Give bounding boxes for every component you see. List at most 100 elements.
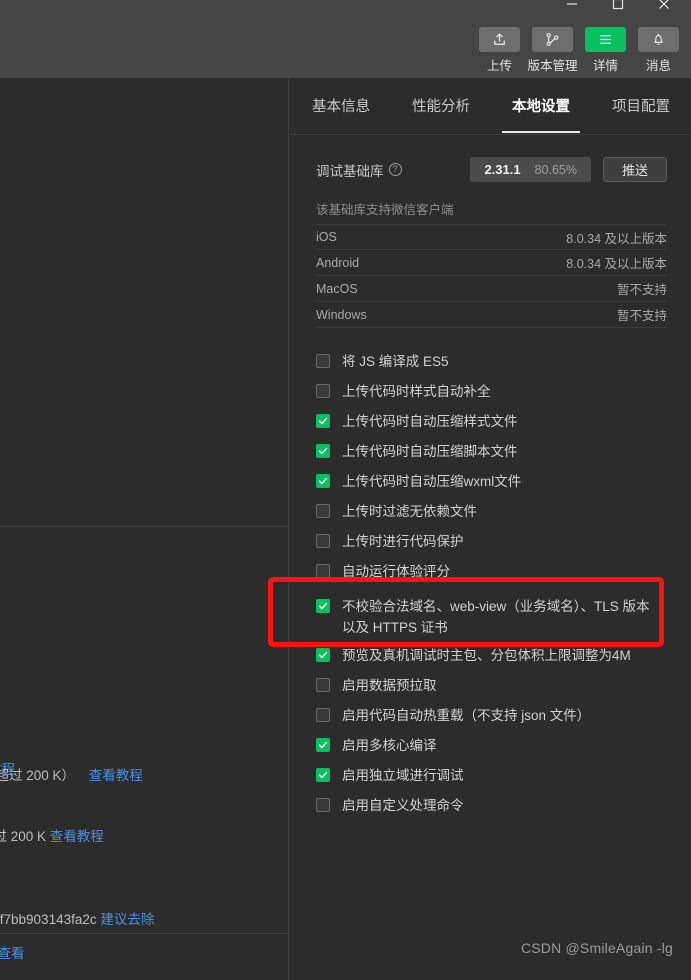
checkbox-unchecked-icon[interactable] xyxy=(316,678,330,692)
setting-label: 预览及真机调试时主包、分包体积上限调整为4M xyxy=(342,648,631,663)
support-os: iOS xyxy=(316,230,337,244)
toolbar-item-label: 消息 xyxy=(645,59,671,73)
push-button[interactable]: 推送 xyxy=(603,157,667,182)
app-root: 上传 版本管理 详情 消息 程 过 200 K） 查看教程 200 K 查看教程… xyxy=(0,0,691,980)
branch-icon xyxy=(532,27,573,52)
setting-compile-js-es5[interactable]: 将 JS 编译成 ES5 xyxy=(316,350,667,380)
table-row: Windows 暂不支持 xyxy=(316,302,667,328)
support-table: iOS 8.0.34 及以上版本 Android 8.0.34 及以上版本 Ma… xyxy=(316,224,667,328)
left-panel-link[interactable]: 建议去除 xyxy=(100,912,154,927)
checkbox-checked-icon[interactable] xyxy=(316,768,330,782)
setting-label: 启用多核心编译 xyxy=(342,738,437,753)
setting-custom-command[interactable]: 启用自定义处理命令 xyxy=(316,794,667,824)
checkbox-unchecked-icon[interactable] xyxy=(316,384,330,398)
setting-package-size-4m[interactable]: 预览及真机调试时主包、分包体积上限调整为4M xyxy=(316,644,667,674)
base-library-section: 调试基础库 ? 2.31.1 80.65% 推送 该基础库支持微信客户端 iOS… xyxy=(290,135,691,328)
toolbar-item-label: 上传 xyxy=(486,59,512,73)
left-panel-line: 小超过 200 K） 查看教程 xyxy=(0,767,143,785)
support-os: MacOS xyxy=(316,281,358,296)
window-toolbar: 上传 版本管理 详情 消息 xyxy=(0,0,691,78)
hamburger-icon xyxy=(585,27,626,52)
setting-label: 上传时进行代码保护 xyxy=(342,534,464,549)
setting-multicore-compile[interactable]: 启用多核心编译 xyxy=(316,734,667,764)
table-row: MacOS 暂不支持 xyxy=(316,276,667,302)
left-panel-link[interactable]: 查看教程 xyxy=(89,768,143,783)
checkbox-checked-icon[interactable] xyxy=(316,444,330,458)
restore-icon[interactable] xyxy=(595,0,641,18)
left-panel: 教程 小超过 200 K） 查看教程 超过 200 K 查看教程 x1bf7bb… xyxy=(0,78,289,980)
left-panel-text: 小超过 200 K） xyxy=(0,768,76,783)
setting-label: 上传代码时自动压缩脚本文件 xyxy=(342,444,518,459)
base-library-title: 调试基础库 ? xyxy=(316,160,402,180)
toolbar-item-details[interactable]: 详情 xyxy=(585,27,626,74)
settings-checkbox-list: 将 JS 编译成 ES5 上传代码时样式自动补全 上传代码时自动压缩样式文件 上… xyxy=(290,328,691,824)
setting-label: 启用数据预拉取 xyxy=(342,678,437,693)
toolbar-item-label: 版本管理 xyxy=(527,59,578,73)
toolbar-item-messages[interactable]: 消息 xyxy=(638,27,679,74)
checkbox-checked-icon[interactable] xyxy=(316,648,330,662)
watermark: CSDN @SmileAgain -lg xyxy=(520,940,673,956)
tab-bar: 基本信息 性能分析 本地设置 项目配置 xyxy=(290,78,691,135)
checkbox-checked-icon[interactable] xyxy=(316,414,330,428)
toolbar-item-label: 详情 xyxy=(592,59,618,73)
left-panel-text: x1bf7bb903143fa2c xyxy=(0,912,97,927)
checkbox-unchecked-icon[interactable] xyxy=(316,564,330,578)
support-os: Android xyxy=(316,255,360,270)
setting-label: 不校验合法域名、web-view（业务域名）、TLS 版本以及 HTTPS 证书 xyxy=(342,599,650,635)
left-panel-line: 击查看 xyxy=(0,945,25,963)
checkbox-unchecked-icon[interactable] xyxy=(316,708,330,722)
checkbox-checked-icon[interactable] xyxy=(316,474,330,488)
setting-label: 上传代码时自动压缩样式文件 xyxy=(342,414,518,429)
base-library-title-text: 调试基础库 xyxy=(316,163,384,179)
setting-auto-experience-score[interactable]: 自动运行体验评分 xyxy=(316,560,667,590)
table-row: Android 8.0.34 及以上版本 xyxy=(316,250,667,276)
tab-basic-info[interactable]: 基本信息 xyxy=(312,95,370,118)
version-number: 2.31.1 xyxy=(484,162,521,177)
setting-label: 启用自定义处理命令 xyxy=(342,798,464,813)
setting-label: 上传代码时样式自动补全 xyxy=(342,384,491,399)
base-library-support-note: 该基础库支持微信客户端 xyxy=(316,203,454,217)
left-panel-link[interactable]: 查看教程 xyxy=(50,829,104,844)
window-controls xyxy=(549,0,687,18)
setting-label: 上传时过滤无依赖文件 xyxy=(342,504,477,519)
details-panel: 基本信息 性能分析 本地设置 项目配置 调试基础库 ? 2.31.1 80.65… xyxy=(290,78,691,980)
setting-hot-reload[interactable]: 启用代码自动热重载（不支持 json 文件） xyxy=(316,704,667,734)
checkbox-checked-icon[interactable] xyxy=(316,599,330,613)
tab-performance[interactable]: 性能分析 xyxy=(412,95,470,118)
setting-filter-unused-files[interactable]: 上传时过滤无依赖文件 xyxy=(316,500,667,530)
setting-label: 启用代码自动热重载（不支持 json 文件） xyxy=(342,708,591,723)
table-row: iOS 8.0.34 及以上版本 xyxy=(316,224,667,250)
setting-compress-script[interactable]: 上传代码时自动压缩脚本文件 xyxy=(316,440,667,470)
support-value: 8.0.34 及以上版本 xyxy=(566,257,667,271)
base-library-version-badge[interactable]: 2.31.1 80.65% xyxy=(470,157,591,182)
toolbar-item-version-management[interactable]: 版本管理 xyxy=(528,27,578,74)
upload-icon xyxy=(479,27,520,52)
setting-code-protection[interactable]: 上传时进行代码保护 xyxy=(316,530,667,560)
checkbox-unchecked-icon[interactable] xyxy=(316,534,330,548)
setting-style-autocomplete[interactable]: 上传代码时样式自动补全 xyxy=(316,380,667,410)
setting-label: 上传代码时自动压缩wxml文件 xyxy=(342,474,522,489)
setting-label: 将 JS 编译成 ES5 xyxy=(342,354,449,369)
checkbox-checked-icon[interactable] xyxy=(316,738,330,752)
left-panel-link[interactable]: 击查看 xyxy=(0,946,25,961)
close-icon[interactable] xyxy=(641,0,687,18)
support-os: Windows xyxy=(316,307,367,322)
bell-icon xyxy=(638,27,679,52)
version-percent: 80.65% xyxy=(534,162,577,177)
support-value: 暂不支持 xyxy=(616,283,667,297)
setting-compress-wxml[interactable]: 上传代码时自动压缩wxml文件 xyxy=(316,470,667,500)
checkbox-unchecked-icon[interactable] xyxy=(316,798,330,812)
setting-label: 启用独立域进行调试 xyxy=(342,768,464,783)
toolbar-item-upload[interactable]: 上传 xyxy=(479,27,520,74)
checkbox-unchecked-icon[interactable] xyxy=(316,354,330,368)
setting-data-prefetch[interactable]: 启用数据预拉取 xyxy=(316,674,667,704)
tab-local-settings[interactable]: 本地设置 xyxy=(512,95,570,118)
setting-skip-domain-check[interactable]: 不校验合法域名、web-view（业务域名）、TLS 版本以及 HTTPS 证书 xyxy=(316,595,667,638)
setting-independent-domain-debug[interactable]: 启用独立域进行调试 xyxy=(316,764,667,794)
minimize-icon[interactable] xyxy=(549,0,595,18)
checkbox-unchecked-icon[interactable] xyxy=(316,504,330,518)
tab-project-config[interactable]: 项目配置 xyxy=(612,95,670,118)
setting-compress-style[interactable]: 上传代码时自动压缩样式文件 xyxy=(316,410,667,440)
help-icon[interactable]: ? xyxy=(388,163,402,176)
left-panel-line: 超过 200 K 查看教程 xyxy=(0,828,104,846)
